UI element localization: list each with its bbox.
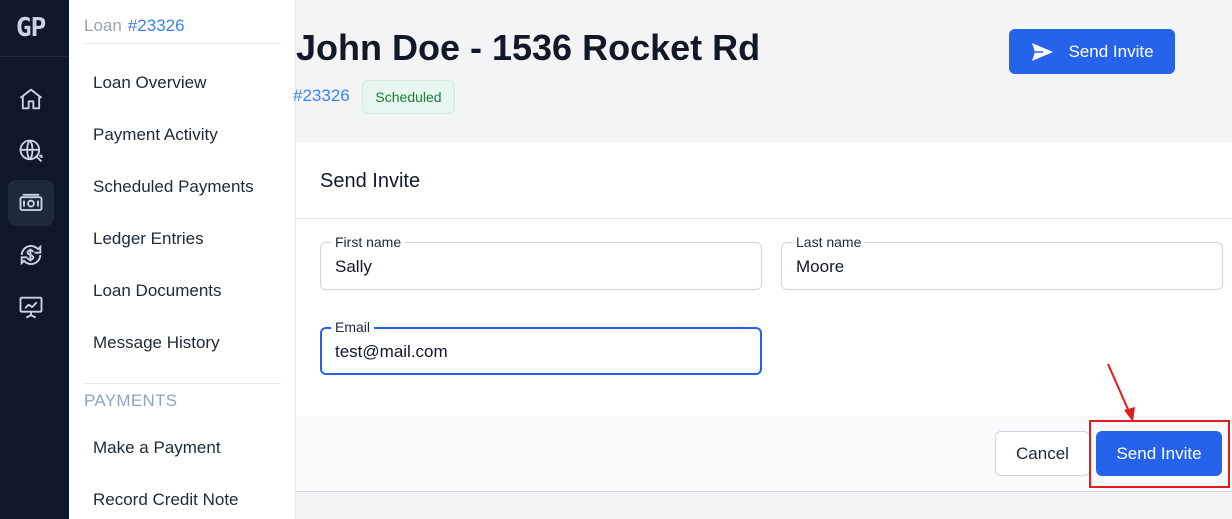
divider <box>296 218 1232 219</box>
cancel-button[interactable]: Cancel <box>995 431 1090 476</box>
last-name-field[interactable]: Last name Moore <box>781 234 1223 290</box>
send-icon <box>1032 42 1054 61</box>
nav-record-credit-note[interactable]: Record Credit Note <box>93 490 239 510</box>
status-badge: Scheduled <box>362 80 455 114</box>
email-field[interactable]: Email test@mail.com <box>320 319 762 375</box>
home-icon[interactable] <box>8 76 54 122</box>
divider <box>84 383 281 384</box>
divider <box>84 43 281 44</box>
email-label: Email <box>331 319 375 335</box>
chart-presentation-icon[interactable] <box>8 284 54 330</box>
loan-header: Loan #23326 <box>84 16 185 36</box>
nav-make-a-payment[interactable]: Make a Payment <box>93 438 221 458</box>
last-name-label: Last name <box>792 234 866 250</box>
nav-scheduled-payments[interactable]: Scheduled Payments <box>93 177 254 197</box>
header-send-invite-button[interactable]: Send Invite <box>1009 29 1175 74</box>
dollar-exchange-icon[interactable] <box>8 232 54 278</box>
nav-message-history[interactable]: Message History <box>93 333 220 353</box>
nav-loan-overview[interactable]: Loan Overview <box>93 73 206 93</box>
loan-header-label: Loan <box>84 16 122 35</box>
first-name-value: Sally <box>335 257 372 276</box>
icon-rail: GP <box>0 0 69 519</box>
money-icon[interactable] <box>8 180 54 226</box>
app-logo[interactable]: GP <box>0 0 69 57</box>
payments-section-heading: PAYMENTS <box>84 391 178 410</box>
first-name-label: First name <box>331 234 406 250</box>
page-title: John Doe - 1536 Rocket Rd <box>296 27 761 68</box>
globe-icon[interactable] <box>8 128 54 174</box>
last-name-value: Moore <box>796 257 845 276</box>
nav-ledger-entries[interactable]: Ledger Entries <box>93 229 204 249</box>
nav-loan-documents[interactable]: Loan Documents <box>93 281 222 301</box>
annotation-arrow-icon <box>1107 363 1135 422</box>
loan-id-link[interactable]: #23326 <box>293 86 350 106</box>
dialog-title: Send Invite <box>320 170 421 192</box>
annotation-highlight-box <box>1089 420 1230 488</box>
email-value: test@mail.com <box>335 342 448 361</box>
header-send-invite-label: Send Invite <box>1068 41 1154 61</box>
nav-payment-activity[interactable]: Payment Activity <box>93 125 218 145</box>
loan-header-number[interactable]: #23326 <box>128 16 185 35</box>
first-name-field[interactable]: First name Sally <box>320 234 762 290</box>
loan-subnav: Loan #23326 Loan Overview Payment Activit… <box>69 0 296 519</box>
